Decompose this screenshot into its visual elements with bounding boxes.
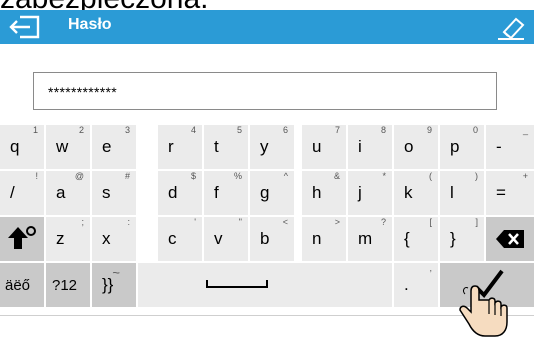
key-b[interactable]: < b xyxy=(250,217,294,261)
key-w[interactable]: 2w xyxy=(46,125,90,169)
key-j[interactable]: * j xyxy=(348,171,392,215)
key-p[interactable]: 0p xyxy=(440,125,484,169)
key-a[interactable]: @ a xyxy=(46,171,90,215)
key-equals[interactable]: + = xyxy=(486,171,534,215)
braces-key[interactable]: }} ~ xyxy=(92,263,136,307)
eraser-icon[interactable] xyxy=(496,14,526,40)
dot-key[interactable]: ,. xyxy=(394,263,438,307)
key-q[interactable]: 1q xyxy=(0,125,44,169)
key-s[interactable]: # s xyxy=(92,171,136,215)
password-value: ************ xyxy=(48,84,117,100)
key-l[interactable]: ) l xyxy=(440,171,484,215)
back-arrow-icon[interactable] xyxy=(8,14,42,40)
key-g[interactable]: ^ g xyxy=(250,171,294,215)
password-field[interactable]: ************ xyxy=(33,72,497,110)
key-n[interactable]: > n xyxy=(302,217,346,261)
key-x[interactable]: :x xyxy=(92,217,136,261)
key-d[interactable]: $ d xyxy=(158,171,202,215)
key-i[interactable]: 8i xyxy=(348,125,392,169)
key-open-brace[interactable]: [{ xyxy=(394,217,438,261)
key-z[interactable]: ; z xyxy=(46,217,90,261)
key-f[interactable]: % f xyxy=(204,171,248,215)
key-v[interactable]: " v xyxy=(204,217,248,261)
key-minus[interactable]: _ - xyxy=(486,125,534,169)
key-y[interactable]: 6y xyxy=(250,125,294,169)
bottom-divider xyxy=(0,315,534,316)
key-m[interactable]: ? m xyxy=(348,217,392,261)
numbers-key[interactable]: ?12 xyxy=(46,263,90,307)
shift-key[interactable] xyxy=(0,217,44,261)
space-icon xyxy=(206,280,268,288)
key-r[interactable]: 4r xyxy=(158,125,202,169)
key-h[interactable]: & h xyxy=(302,171,346,215)
key-u[interactable]: 7u xyxy=(302,125,346,169)
key-t[interactable]: 5t xyxy=(204,125,248,169)
key-slash[interactable]: ! / xyxy=(0,171,44,215)
page-title: Hasło xyxy=(68,16,112,33)
title-bar: Hasło xyxy=(0,10,534,44)
shift-icon xyxy=(8,226,36,249)
backspace-icon xyxy=(496,230,524,248)
key-o[interactable]: 9o xyxy=(394,125,438,169)
key-c[interactable]: ' c xyxy=(158,217,202,261)
accents-key[interactable]: äëő xyxy=(0,263,44,307)
space-key[interactable] xyxy=(138,263,392,307)
backspace-key[interactable] xyxy=(486,217,534,261)
key-close-brace[interactable]: ]} xyxy=(440,217,484,261)
key-k[interactable]: (k xyxy=(394,171,438,215)
hand-pointer-icon xyxy=(459,285,508,337)
key-e[interactable]: 3e xyxy=(92,125,136,169)
